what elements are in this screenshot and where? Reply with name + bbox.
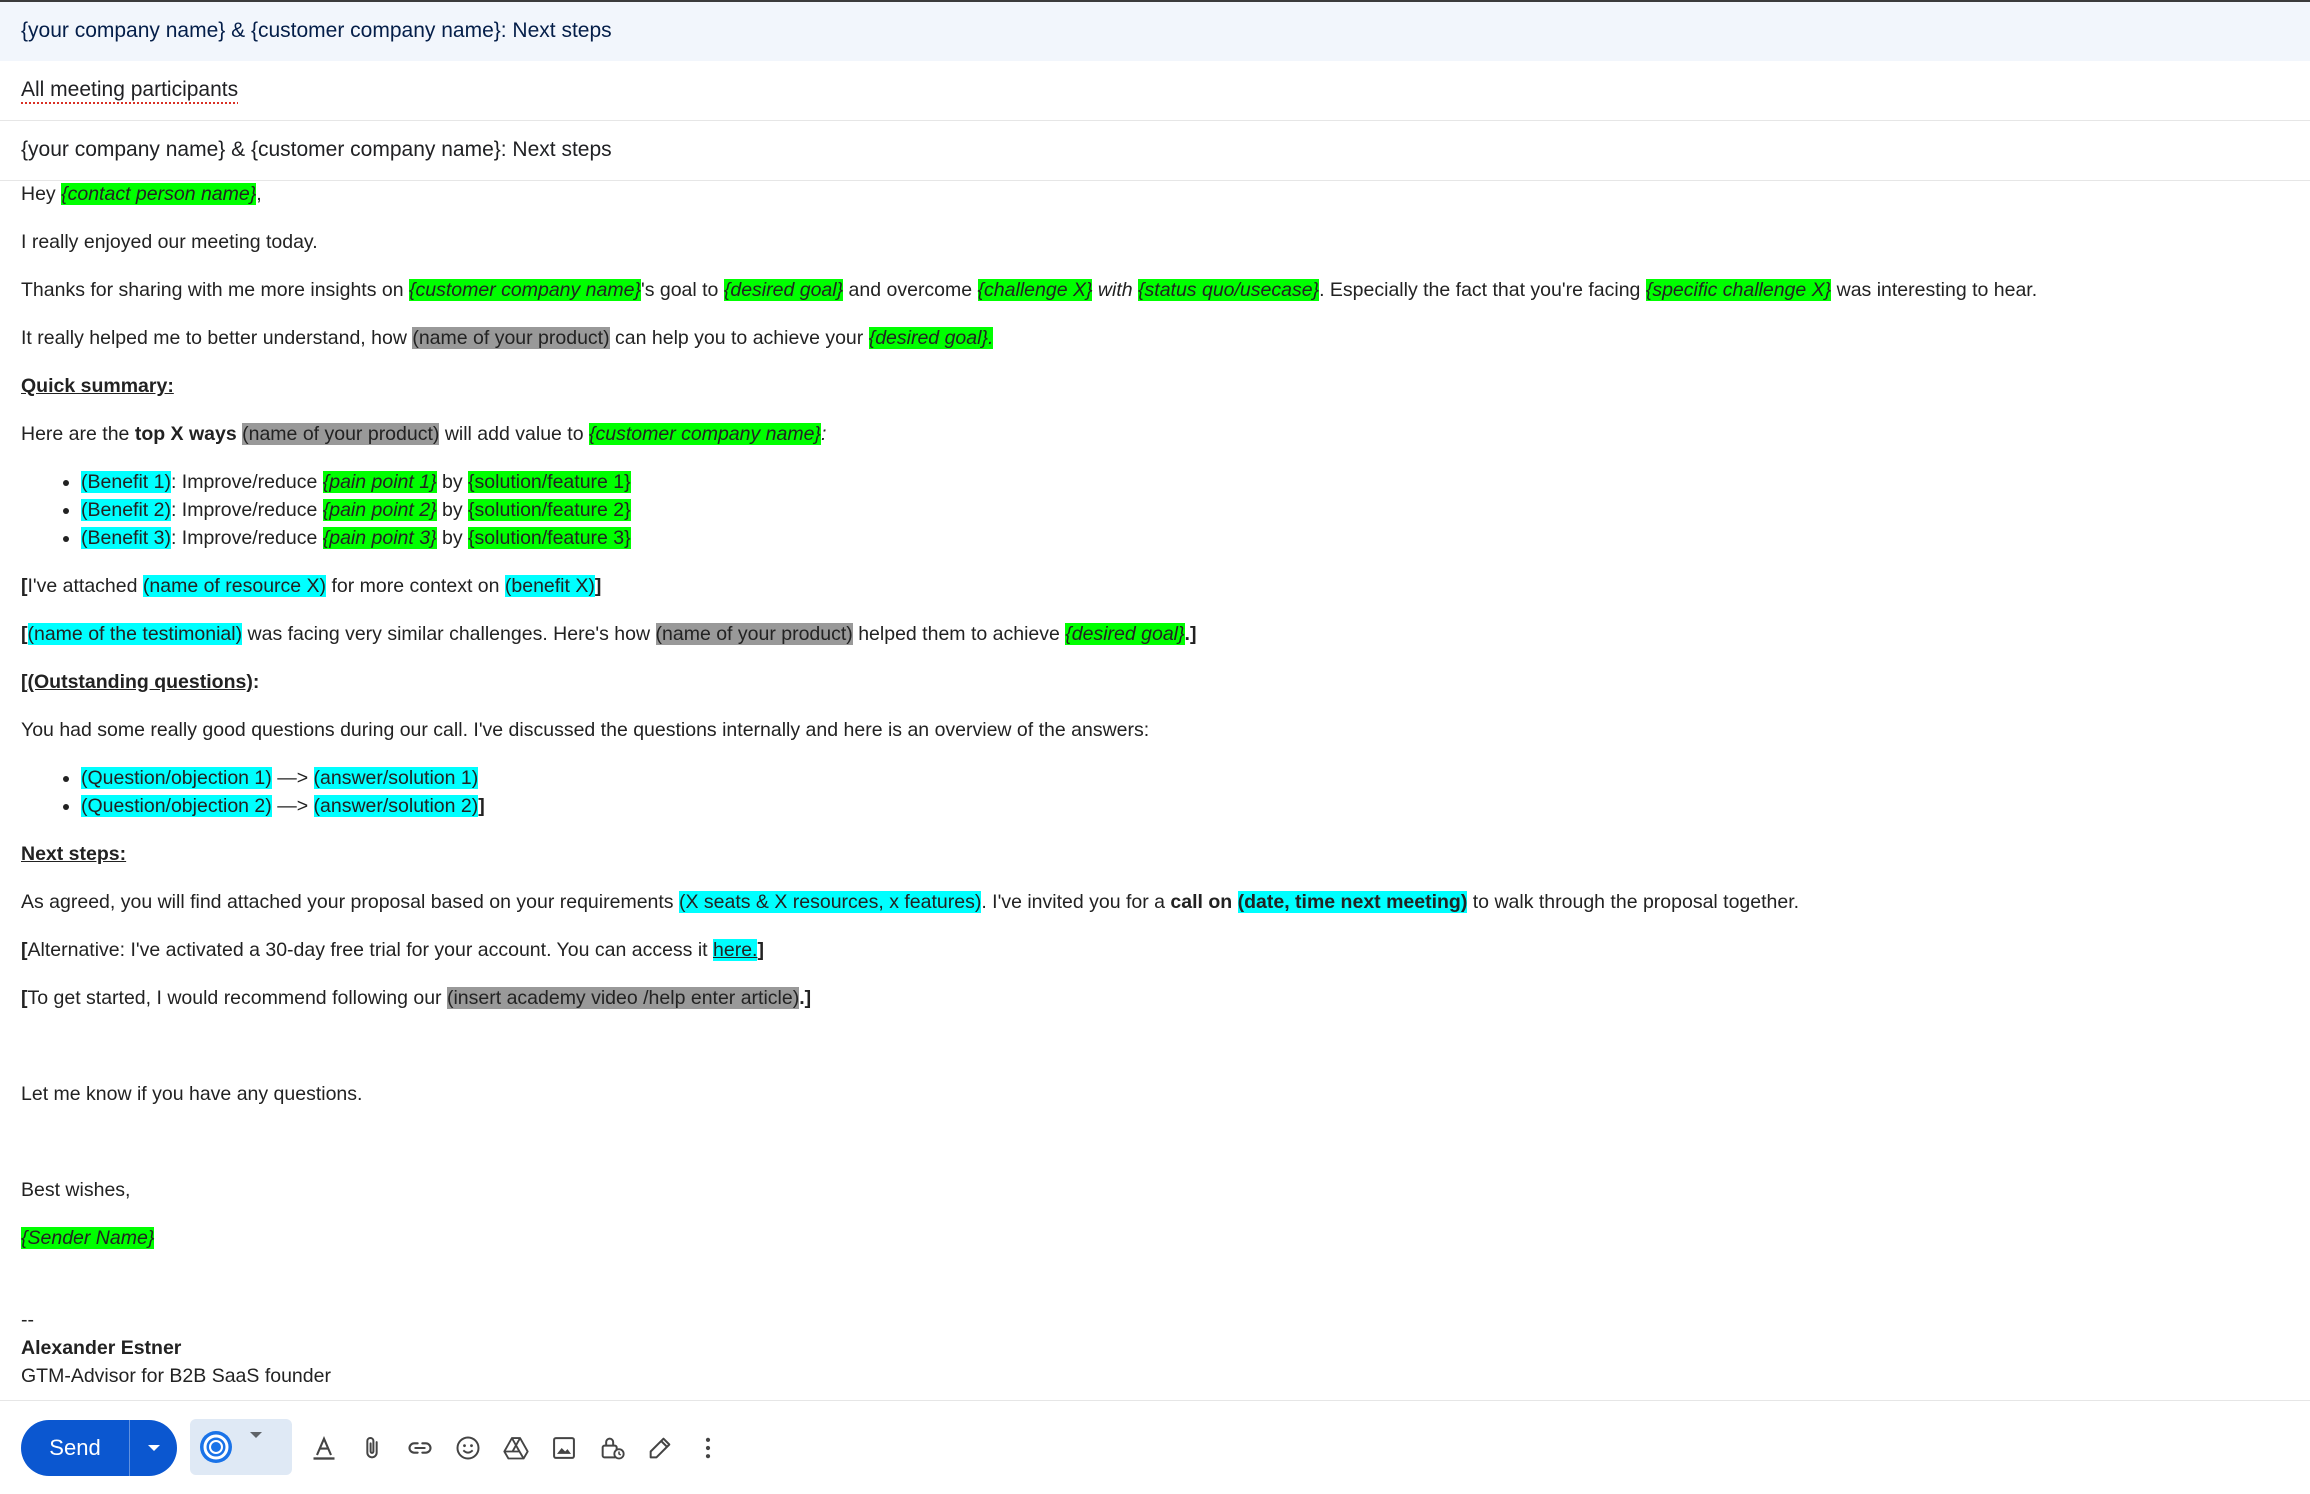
- placeholder-meeting-date: (date, time next meeting): [1237, 891, 1468, 913]
- placeholder-contact-name: {contact person name}: [61, 183, 257, 205]
- questions-intro: You had some really good questions durin…: [21, 719, 1150, 741]
- compose-toolbar: Send: [0, 1400, 2310, 1494]
- enjoyed-line: I really enjoyed our meeting today.: [21, 231, 318, 253]
- confidential-mode-icon[interactable]: [593, 1429, 631, 1467]
- subject-field[interactable]: {your company name} & {customer company …: [0, 121, 2310, 181]
- alternative-line: [Alternative: I've activated a 30-day fr…: [21, 939, 764, 961]
- compose-title-bar: {your company name} & {customer company …: [0, 0, 2310, 61]
- recipients-field[interactable]: All meeting participants: [0, 61, 2310, 121]
- attached-line: [I've attached (name of resource X) for …: [21, 575, 602, 597]
- list-item: (Question/objection 1) —> (answer/soluti…: [81, 764, 2281, 792]
- placeholder-customer-company: {customer company name}: [588, 423, 821, 445]
- send-options-button[interactable]: [130, 1445, 177, 1451]
- recipients-chip[interactable]: All meeting participants: [21, 78, 238, 102]
- list-item: (Question/objection 2) —> (answer/soluti…: [81, 792, 2281, 820]
- placeholder-desired-goal: {desired goal}: [723, 279, 844, 301]
- extension-options-button[interactable]: [250, 1432, 262, 1456]
- chevron-down-icon: [250, 1432, 262, 1455]
- signature-name: Alexander Estner: [21, 1337, 182, 1359]
- questions-list: (Question/objection 1) —> (answer/soluti…: [21, 764, 2281, 820]
- list-item: (Benefit 3): Improve/reduce {pain point …: [81, 524, 2281, 552]
- emoji-icon[interactable]: [449, 1429, 487, 1467]
- drive-icon[interactable]: [497, 1429, 535, 1467]
- insights-line: Thanks for sharing with me more insights…: [21, 279, 2038, 301]
- send-button[interactable]: Send: [21, 1435, 129, 1461]
- signature-dash: --: [21, 1309, 34, 1331]
- more-options-icon[interactable]: [689, 1429, 727, 1467]
- trial-link[interactable]: here.: [713, 939, 758, 961]
- helped-line: It really helped me to better understand…: [21, 327, 994, 349]
- link-icon[interactable]: [401, 1429, 439, 1467]
- let-me-know-line: Let me know if you have any questions.: [21, 1083, 363, 1105]
- insert-photo-icon[interactable]: [545, 1429, 583, 1467]
- text-format-icon[interactable]: [305, 1429, 343, 1467]
- placeholder-product-name: (name of your product): [412, 327, 610, 349]
- next-steps-heading: Next steps:: [21, 843, 127, 865]
- placeholder-challenge: {challenge X}: [977, 279, 1093, 301]
- chevron-down-icon: [147, 1445, 160, 1451]
- subject-input[interactable]: {your company name} & {customer company …: [21, 138, 612, 162]
- benefits-list: (Benefit 1): Improve/reduce {pain point …: [21, 468, 2281, 552]
- quick-summary-heading: Quick summary:: [21, 375, 174, 397]
- started-line: [To get started, I would recommend follo…: [21, 987, 812, 1009]
- greeting-line: Hey {contact person name},: [21, 183, 262, 205]
- attach-icon[interactable]: [353, 1429, 391, 1467]
- placeholder-desired-goal: {desired goal}.: [868, 327, 994, 349]
- email-body[interactable]: Hey {contact person name}, I really enjo…: [21, 180, 2281, 1390]
- best-wishes-line: Best wishes,: [21, 1179, 131, 1201]
- placeholder-specific-challenge: {specific challenge X}: [1645, 279, 1832, 301]
- extension-logo-icon: [198, 1429, 234, 1465]
- placeholder-benefit: (benefit X): [504, 575, 595, 597]
- placeholder-testimonial: (name of the testimonial): [27, 623, 243, 645]
- send-button-group: Send: [21, 1420, 177, 1476]
- placeholder-resource: (name of resource X): [142, 575, 327, 597]
- extension-button[interactable]: [190, 1419, 292, 1475]
- compose-title: {your company name} & {customer company …: [21, 19, 612, 42]
- placeholder-product-name: (name of your product): [655, 623, 853, 645]
- signature-title: GTM-Advisor for B2B SaaS founder: [21, 1365, 331, 1387]
- placeholder-academy-article: (insert academy video /help enter articl…: [446, 987, 800, 1009]
- signature-pen-icon[interactable]: [641, 1429, 679, 1467]
- placeholder-customer-company: {customer company name}: [409, 279, 641, 301]
- agreed-line: As agreed, you will find attached your p…: [21, 891, 1800, 913]
- top-ways-line: Here are the top X ways (name of your pr…: [21, 423, 827, 445]
- sender-line: {Sender Name}: [21, 1224, 2281, 1252]
- placeholder-status-quo: {status quo/usecase}: [1138, 279, 1320, 301]
- placeholder-product-name: (name of your product): [242, 423, 440, 445]
- list-item: (Benefit 2): Improve/reduce {pain point …: [81, 496, 2281, 524]
- placeholder-requirements: (X seats & X resources, x features): [678, 891, 982, 913]
- list-item: (Benefit 1): Improve/reduce {pain point …: [81, 468, 2281, 496]
- outstanding-heading: [(Outstanding questions):: [21, 671, 260, 693]
- testimonial-line: [(name of the testimonial) was facing ve…: [21, 623, 1197, 645]
- placeholder-desired-goal: {desired goal}: [1065, 623, 1185, 645]
- placeholder-sender-name: {Sender Name}: [21, 1227, 155, 1249]
- formatting-tools: [305, 1429, 727, 1467]
